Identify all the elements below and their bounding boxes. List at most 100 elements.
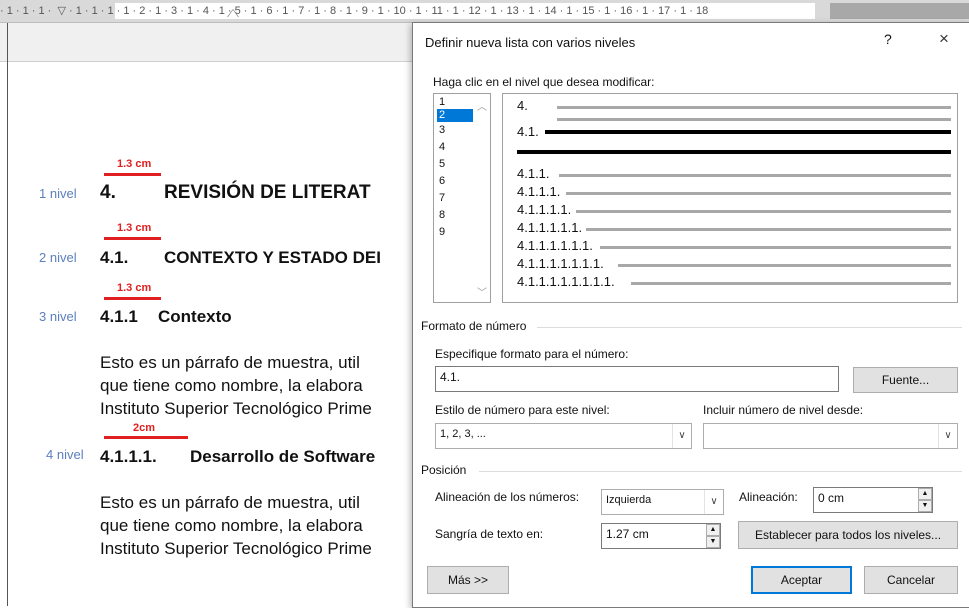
align-at-label: Alineación:	[739, 490, 798, 504]
format-label: Especifique formato para el número:	[435, 347, 629, 361]
measure-bar-level-1	[104, 173, 161, 176]
help-button[interactable]: ?	[884, 31, 892, 47]
ruler-margin-area	[830, 3, 969, 19]
number-style-value: 1, 2, 3, ...	[440, 428, 486, 440]
level-listbox-scrollbar[interactable]: ︿ ﹀	[473, 94, 490, 302]
preview-line-8	[618, 264, 951, 267]
level-item-4[interactable]: 4	[437, 141, 473, 154]
more-button[interactable]: Más >>	[427, 566, 509, 594]
preview-line-7	[600, 246, 951, 249]
preview-level-3: 4.1.1.	[517, 166, 550, 181]
click-level-label: Haga clic en el nivel que desea modifica…	[433, 75, 655, 89]
level-item-6[interactable]: 6	[437, 175, 473, 188]
preview-line-5	[576, 210, 951, 213]
position-group-label: Posición	[421, 463, 467, 477]
scroll-up-icon[interactable]: ︿	[477, 98, 487, 113]
preview-line-6	[586, 228, 951, 231]
paragraph-1-line-3: Instituto Superior Tecnológico Prime	[100, 399, 372, 418]
list-preview: 4. 4.1. 4.1.1. 4.1.1.1. 4.1.1.1.1. 4.1.1…	[502, 93, 958, 303]
alignment-label: Alineación de los números:	[435, 490, 580, 504]
alignment-select[interactable]: Izquierda ∨	[601, 489, 724, 515]
cancel-button[interactable]: Cancelar	[864, 566, 958, 594]
paragraph-1-line-2: que tiene como nombre, la elabora	[100, 376, 363, 395]
preview-line-1	[557, 106, 951, 109]
close-button[interactable]: ×	[939, 29, 949, 49]
preview-line-1b	[557, 118, 951, 121]
align-down-icon[interactable]: ▼	[918, 500, 932, 512]
chevron-down-icon: ∨	[938, 424, 957, 448]
level-label-1: 1 nivel	[39, 186, 77, 201]
level-label-3: 3 nivel	[39, 309, 77, 324]
preview-level-5: 4.1.1.1.1.	[517, 202, 572, 217]
indent-down-icon[interactable]: ▼	[706, 536, 720, 548]
measure-bar-level-2	[104, 237, 161, 240]
multilevel-list-dialog: Definir nueva lista con varios niveles ?…	[412, 22, 969, 608]
level-item-2[interactable]: 2	[437, 109, 473, 122]
level-item-3[interactable]: 3	[437, 124, 473, 137]
horizontal-ruler[interactable]: · 1 · 1 · 1 · ▽ · 1 · 1 · 1 · 1 · 2 · 1 …	[0, 0, 969, 23]
chevron-down-icon: ∨	[672, 424, 691, 448]
level-label-4: 4 nivel	[46, 447, 84, 462]
scroll-down-icon[interactable]: ﹀	[477, 284, 487, 299]
dialog-title: Definir nueva lista con varios niveles	[425, 35, 636, 50]
measure-level-4: 2cm	[133, 422, 156, 434]
preview-level-2: 4.1.	[517, 124, 539, 139]
number-format-input[interactable]: 4.1.	[435, 366, 839, 392]
preview-level-6: 4.1.1.1.1.1.	[517, 220, 583, 235]
preview-level-8: 4.1.1.1.1.1.1.1.	[517, 256, 604, 271]
alignment-value: Izquierda	[606, 494, 652, 506]
indent-label: Sangría de texto en:	[435, 527, 544, 541]
heading-1-number: 4.	[100, 182, 116, 203]
level-item-9[interactable]: 9	[437, 226, 473, 239]
preview-level-7: 4.1.1.1.1.1.1.	[517, 238, 593, 253]
indent-up-icon[interactable]: ▲	[706, 524, 720, 536]
heading-2-number: 4.1.	[100, 248, 129, 267]
measure-level-2: 1.3 cm	[117, 222, 152, 234]
level-item-1[interactable]: 1	[437, 96, 473, 109]
measure-bar-level-4	[104, 436, 188, 439]
font-button[interactable]: Fuente...	[853, 367, 958, 393]
preview-line-9	[631, 282, 951, 285]
paragraph-2-line-1: Esto es un párrafo de muestra, util	[100, 493, 360, 512]
level-item-5[interactable]: 5	[437, 158, 473, 171]
heading-3-text: Contexto	[158, 307, 232, 326]
preview-line-2b	[517, 150, 951, 154]
paragraph-2-line-2: que tiene como nombre, la elabora	[100, 516, 363, 535]
number-style-select[interactable]: 1, 2, 3, ... ∨	[435, 423, 692, 449]
heading-2-text: CONTEXTO Y ESTADO DEI	[164, 248, 381, 267]
heading-4-text: Desarrollo de Software	[190, 447, 376, 466]
level-item-7[interactable]: 7	[437, 192, 473, 205]
measure-bar-level-3	[104, 297, 161, 300]
preview-line-4	[566, 192, 951, 195]
include-level-select[interactable]: ∨	[703, 423, 958, 449]
indent-marker-inner-icon	[228, 10, 238, 17]
ruler-numbers: · 1 · 1 · 1 · ▽ · 1 · 1 · 1 · 1 · 2 · 1 …	[0, 5, 709, 17]
paragraph-1-line-1: Esto es un párrafo de muestra, util	[100, 353, 360, 372]
position-divider	[479, 471, 962, 472]
preview-level-1: 4.	[517, 98, 528, 113]
paragraph-2-line-3: Instituto Superior Tecnológico Prime	[100, 539, 372, 558]
level-label-2: 2 nivel	[39, 250, 77, 265]
page-left-edge	[7, 23, 8, 606]
measure-level-3: 1.3 cm	[117, 282, 152, 294]
preview-level-4: 4.1.1.1.	[517, 184, 561, 199]
preview-line-2	[545, 130, 951, 134]
heading-4-number: 4.1.1.1.	[100, 447, 157, 466]
indent-input[interactable]: 1.27 cm	[601, 523, 721, 549]
include-label: Incluir número de nivel desde:	[703, 403, 864, 417]
ok-button[interactable]: Aceptar	[751, 566, 852, 594]
preview-level-9: 4.1.1.1.1.1.1.1.1.	[517, 274, 615, 289]
heading-1-text: REVISIÓN DE LITERAT	[164, 182, 371, 203]
style-label: Estilo de número para este nivel:	[435, 403, 610, 417]
chevron-down-icon: ∨	[704, 490, 723, 514]
align-at-input[interactable]: 0 cm	[813, 487, 933, 513]
level-listbox[interactable]: 1 2 3 4 5 6 7 8 9 ︿ ﹀	[433, 93, 491, 303]
preview-line-3	[559, 174, 951, 177]
number-format-group-label: Formato de número	[421, 319, 527, 333]
number-format-divider	[537, 327, 962, 328]
heading-3-number: 4.1.1	[100, 307, 138, 326]
level-item-8[interactable]: 8	[437, 209, 473, 222]
set-all-levels-button[interactable]: Establecer para todos los niveles...	[738, 521, 958, 549]
measure-level-1: 1.3 cm	[117, 158, 152, 170]
align-up-icon[interactable]: ▲	[918, 488, 932, 500]
